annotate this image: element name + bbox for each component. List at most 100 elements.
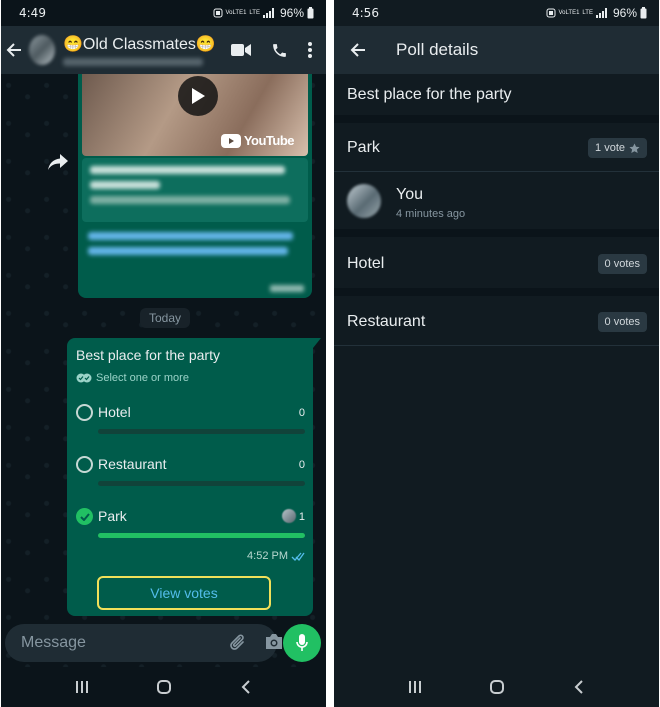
battery-icon [640, 7, 647, 19]
voice-message-button[interactable] [283, 624, 321, 662]
mic-icon [296, 634, 308, 651]
system-nav-bar [334, 667, 659, 707]
poll-option-hotel: Hotel 0 votes [334, 242, 659, 286]
youtube-logo: YouTube [220, 133, 295, 148]
system-nav-bar [1, 667, 326, 707]
camera-icon[interactable] [264, 633, 284, 651]
blurred-link [88, 232, 293, 240]
message-input[interactable] [21, 634, 228, 652]
youtube-message-bubble[interactable]: YouTube [78, 74, 312, 298]
message-meta: 4:52 PM [247, 550, 305, 562]
back-button[interactable] [336, 42, 380, 58]
vote-count: 0 votes [604, 316, 640, 328]
video-call-icon[interactable] [231, 43, 251, 57]
blurred-link [88, 247, 288, 255]
volte-indicator: VoLTE1 [558, 10, 580, 16]
signal-icon [595, 8, 607, 18]
home-icon[interactable] [156, 679, 172, 695]
section-divider [334, 288, 659, 296]
poll-message-bubble[interactable]: Best place for the party Select one or m… [67, 338, 313, 616]
voter-avatar [282, 509, 296, 523]
chat-header: 😁Old Classmates😁 [1, 26, 326, 74]
blurred-text [90, 181, 160, 189]
group-avatar[interactable] [29, 35, 55, 65]
radio-unchecked-icon[interactable] [76, 456, 93, 473]
nav-back-icon[interactable] [573, 680, 585, 694]
view-votes-button[interactable]: View votes [97, 576, 271, 610]
forward-icon [48, 154, 68, 170]
battery-icon [307, 7, 314, 19]
poll-option-park[interactable]: Park 1 [76, 506, 305, 546]
message-time: 4:52 PM [247, 550, 288, 562]
poll-option-fill [98, 533, 305, 538]
poll-option-bar [98, 481, 305, 486]
poll-option-count: 0 [298, 407, 305, 419]
volte-indicator: VoLTE1 [225, 10, 247, 16]
recent-apps-icon[interactable] [75, 680, 89, 694]
nav-back-icon[interactable] [240, 680, 252, 694]
voter-row[interactable]: You 4 minutes ago [347, 182, 659, 226]
composer-actions [228, 633, 284, 653]
star-icon [629, 142, 640, 153]
blurred-text [90, 196, 290, 204]
option-name: Hotel [347, 255, 385, 272]
voter-avatar [347, 184, 381, 218]
blurred-text [90, 166, 285, 174]
check-circle-icon[interactable] [76, 508, 93, 525]
battery-level: 96% [612, 6, 637, 20]
recent-apps-icon[interactable] [408, 680, 422, 694]
forward-button[interactable] [45, 152, 71, 172]
chat-header-text[interactable]: 😁Old Classmates😁 [63, 34, 231, 66]
poll-option-restaurant: Restaurant 0 votes [334, 300, 659, 344]
radio-unchecked-icon[interactable] [76, 404, 93, 421]
poll-option-restaurant[interactable]: Restaurant 0 [76, 454, 305, 494]
poll-question: Best place for the party [347, 86, 512, 103]
status-icons: VoLTE1 LTE 96% [213, 6, 315, 20]
poll-details-screen: 4:56 VoLTE1 LTE 96% Poll details Best pl… [334, 0, 659, 707]
play-button[interactable] [178, 76, 218, 116]
poll-option-bar [98, 429, 305, 434]
page-title: Poll details [396, 40, 479, 59]
home-icon[interactable] [489, 679, 505, 695]
video-link-blurred[interactable] [88, 232, 302, 262]
option-name: Restaurant [347, 313, 426, 330]
section-divider [334, 229, 659, 237]
vote-count-badge: 0 votes [597, 254, 647, 274]
vote-count-badge: 0 votes [597, 312, 647, 332]
status-bar: 4:49 VoLTE1 LTE 96% [1, 0, 326, 26]
battery-level: 96% [279, 6, 304, 20]
poll-option-count: 0 [298, 459, 305, 471]
alarm-icon [213, 8, 222, 18]
signal-icon [262, 8, 274, 18]
message-composer [5, 624, 282, 662]
phone-icon[interactable] [271, 42, 288, 59]
poll-option-label: Hotel [98, 404, 131, 420]
video-info-blurred [82, 158, 308, 222]
status-bar: 4:56 VoLTE1 LTE 96% [334, 0, 659, 26]
alarm-icon [546, 8, 555, 18]
play-icon [192, 88, 205, 104]
option-name: Park [347, 139, 380, 156]
status-time: 4:56 [352, 6, 379, 20]
poll-option-label: Restaurant [98, 456, 167, 472]
vote-count: 1 vote [595, 142, 625, 154]
vote-count-badge: 1 vote [588, 138, 647, 158]
vote-count: 0 votes [604, 258, 640, 270]
poll-option-hotel[interactable]: Hotel 0 [76, 402, 305, 442]
header-actions [231, 42, 312, 59]
poll-option-label: Park [98, 508, 127, 524]
read-receipt-icon [291, 552, 305, 561]
poll-option-park: Park 1 vote [334, 126, 659, 170]
video-thumbnail[interactable]: YouTube [82, 74, 308, 156]
attach-icon[interactable] [228, 633, 248, 653]
poll-question: Best place for the party [76, 347, 220, 363]
more-vert-icon[interactable] [308, 42, 312, 58]
youtube-icon [220, 133, 241, 148]
back-arrow-icon [6, 43, 21, 57]
vote-time: 4 minutes ago [396, 208, 466, 220]
poll-details-header: Poll details [334, 26, 659, 74]
back-button[interactable] [1, 42, 27, 58]
section-divider [334, 115, 659, 123]
poll-hint-text: Select one or more [96, 372, 189, 384]
poll-option-bar [98, 533, 305, 538]
